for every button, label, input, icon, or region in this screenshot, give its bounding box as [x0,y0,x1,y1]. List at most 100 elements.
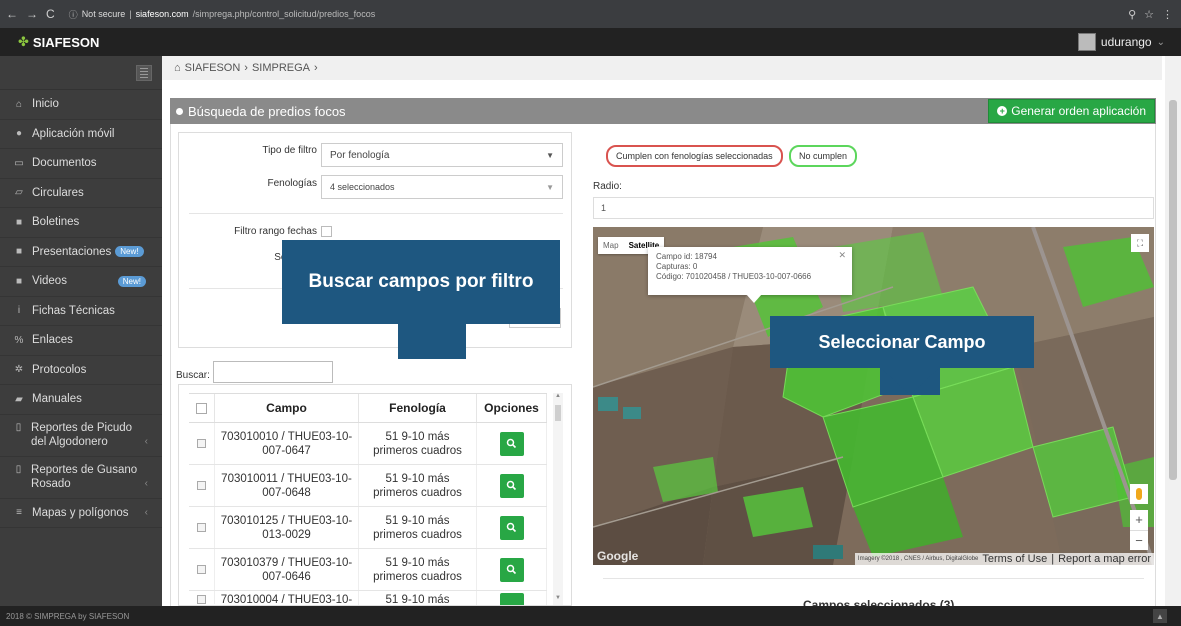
address-bar[interactable]: ⓘ Not secure | siafeson.com/simprega.php… [69,4,1120,24]
search-icon [506,522,517,533]
gear-icon: ✲ [14,364,24,376]
select-all-checkbox[interactable] [196,402,207,414]
home-icon: ⌂ [15,98,23,110]
avatar [1077,33,1096,51]
locate-field-button[interactable] [499,557,524,582]
sidebar-item-manuales[interactable]: ▰ Manuales [0,385,162,415]
sidebar-item-videos[interactable]: ■ Videos New! [0,267,162,297]
report-error-link[interactable]: Report a map error [1058,553,1151,565]
info-icon: i [17,305,21,317]
url-path: /simprega.php/control_solicitud/predios_… [192,9,376,19]
menu-icon[interactable]: ⋮ [1162,8,1173,21]
user-menu[interactable]: udurango ⌄ [1077,33,1181,51]
row-checkbox[interactable] [197,523,206,532]
breadcrumb-item-simprega[interactable]: SIMPREGA [252,62,310,74]
mobile-icon: ● [15,128,23,140]
page-scrollbar[interactable] [1165,56,1181,606]
file-outline-icon: ▯ [15,421,22,433]
filter-type-select[interactable]: Por fenología ▼ [321,143,563,167]
sidebar-item-reportes-picudo[interactable]: ▯ Reportes de Picudo del Algodonero ‹ [0,415,162,457]
sidebar-item-label: Inicio [32,98,59,111]
map-type-map-button[interactable]: Map [598,237,624,254]
search-input[interactable] [213,361,333,383]
fenologias-multiselect[interactable]: 4 seleccionados ▼ [321,175,563,199]
selected-fields-title: Campos seleccionados (3) [803,598,955,606]
browser-nav: ← → C [0,7,61,21]
row-checkbox[interactable] [197,565,206,574]
sidebar-item-aplicacion-movil[interactable]: ● Aplicación móvil [0,120,162,149]
zoom-out-button[interactable]: − [1130,531,1148,551]
fullscreen-icon[interactable]: ⛶ [1131,234,1149,252]
sidebar-item-mapas[interactable]: ≡ Mapas y polígonos ‹ [0,499,162,528]
row-fenologia: 51 9-10 más primeros cuadros [359,507,477,548]
forward-icon[interactable]: → [26,7,38,21]
scroll-top-button[interactable]: ▲ [1153,609,1167,623]
row-checkbox[interactable] [197,439,206,448]
locate-field-button[interactable] [499,515,524,540]
chevron-down-icon: ⌄ [1156,36,1165,48]
row-campo: 703010004 / THUE03-10- [215,591,359,605]
row-fenologia: 51 9-10 más primeros cuadros [359,465,477,506]
locate-field-button[interactable] [499,593,524,605]
sidebar-item-fichas-tecnicas[interactable]: i Fichas Técnicas [0,297,162,326]
radio-label: Radio: [593,181,622,192]
brand-logo[interactable]: ✤ SIAFESON [0,34,99,50]
row-checkbox[interactable] [197,481,206,490]
zoom-in-button[interactable]: + [1130,510,1148,531]
breadcrumb-item-siafeson[interactable]: SIAFESON [185,62,241,74]
sidebar-item-circulares[interactable]: ▱ Circulares [0,179,162,208]
chevron-left-icon: ‹ [144,477,148,489]
reload-icon[interactable]: C [46,7,55,21]
table-row: 703010004 / THUE03-10- 51 9-10 más prime… [189,591,547,605]
column-header-fenologia[interactable]: Fenología [359,394,477,422]
brand-name: SIAFESON [32,34,100,50]
file-icon: ■ [15,216,23,228]
terms-link[interactable]: Terms of Use [982,553,1047,565]
radio-input[interactable]: 1 [593,197,1154,219]
row-campo: 703010125 / THUE03-10-013-0029 [215,507,359,548]
sidebar-toggle-button[interactable] [136,64,152,81]
sidebar-item-reportes-gusano[interactable]: ▯ Reportes de Gusano Rosado ‹ [0,457,162,499]
app-header: ✤ SIAFESON udurango ⌄ [0,28,1181,56]
sidebar-item-protocolos[interactable]: ✲ Protocolos [0,356,162,385]
sidebar-item-inicio[interactable]: ⌂ Inicio [0,90,162,120]
sidebar-item-label: Aplicación móvil [32,127,115,140]
url-host: siafeson.com [135,9,189,19]
locate-field-button[interactable] [499,473,524,498]
generate-order-button[interactable]: + Generar orden aplicación [988,99,1155,123]
row-checkbox[interactable] [197,595,206,604]
sidebar-item-boletines[interactable]: ■ Boletines [0,208,162,238]
fenologias-value: 4 seleccionados [330,182,395,192]
back-icon[interactable]: ← [6,7,18,21]
sidebar-item-label: Presentaciones [32,245,112,258]
table-header: Campo Fenología Opciones [189,393,547,423]
sidebar-item-label: Enlaces [32,334,73,347]
pegman-icon[interactable] [1130,484,1148,504]
callout-select-pointer [880,367,940,395]
info-icon: ⓘ [68,9,78,20]
date-range-checkbox[interactable] [321,226,332,237]
close-icon[interactable]: ✕ [838,250,846,260]
sidebar-item-label: Reportes de Picudo del Algodonero [31,421,133,448]
legend-meets: Cumplen con fenologías seleccionadas [606,145,783,167]
column-header-campo[interactable]: Campo [215,394,359,422]
browser-chrome: ← → C ⓘ Not secure | siafeson.com/simpre… [0,0,1181,28]
zoom-control: + − [1130,510,1148,550]
sidebar-item-presentaciones[interactable]: ■ Presentaciones New! [0,238,162,267]
star-icon[interactable]: ☆ [1144,8,1154,21]
sidebar-item-label: Protocolos [32,363,87,376]
chevron-left-icon: ‹ [144,507,148,519]
breadcrumb: ⌂ SIAFESON › SIMPREGA › [162,56,1162,80]
locate-field-button[interactable] [499,431,524,456]
row-fenologia: 51 9-10 más primeros cuadros [359,549,477,590]
table-scrollbar[interactable]: ▲ ▼ [553,393,563,605]
sidebar-item-documentos[interactable]: ▭ Documentos [0,149,162,179]
zoom-icon[interactable]: ⚲ [1128,8,1136,21]
table-row: 703010125 / THUE03-10-013-0029 51 9-10 m… [189,507,547,549]
sidebar-item-enlaces[interactable]: % Enlaces [0,326,162,356]
file-icon: ■ [15,246,23,258]
book-icon: ▰ [15,393,23,405]
row-campo: 703010011 / THUE03-10-007-0648 [215,465,359,506]
field-info-window: ✕ Campo id: 18794 Capturas: 0 Código: 70… [648,247,852,295]
file-outline-icon: ▯ [15,463,22,475]
